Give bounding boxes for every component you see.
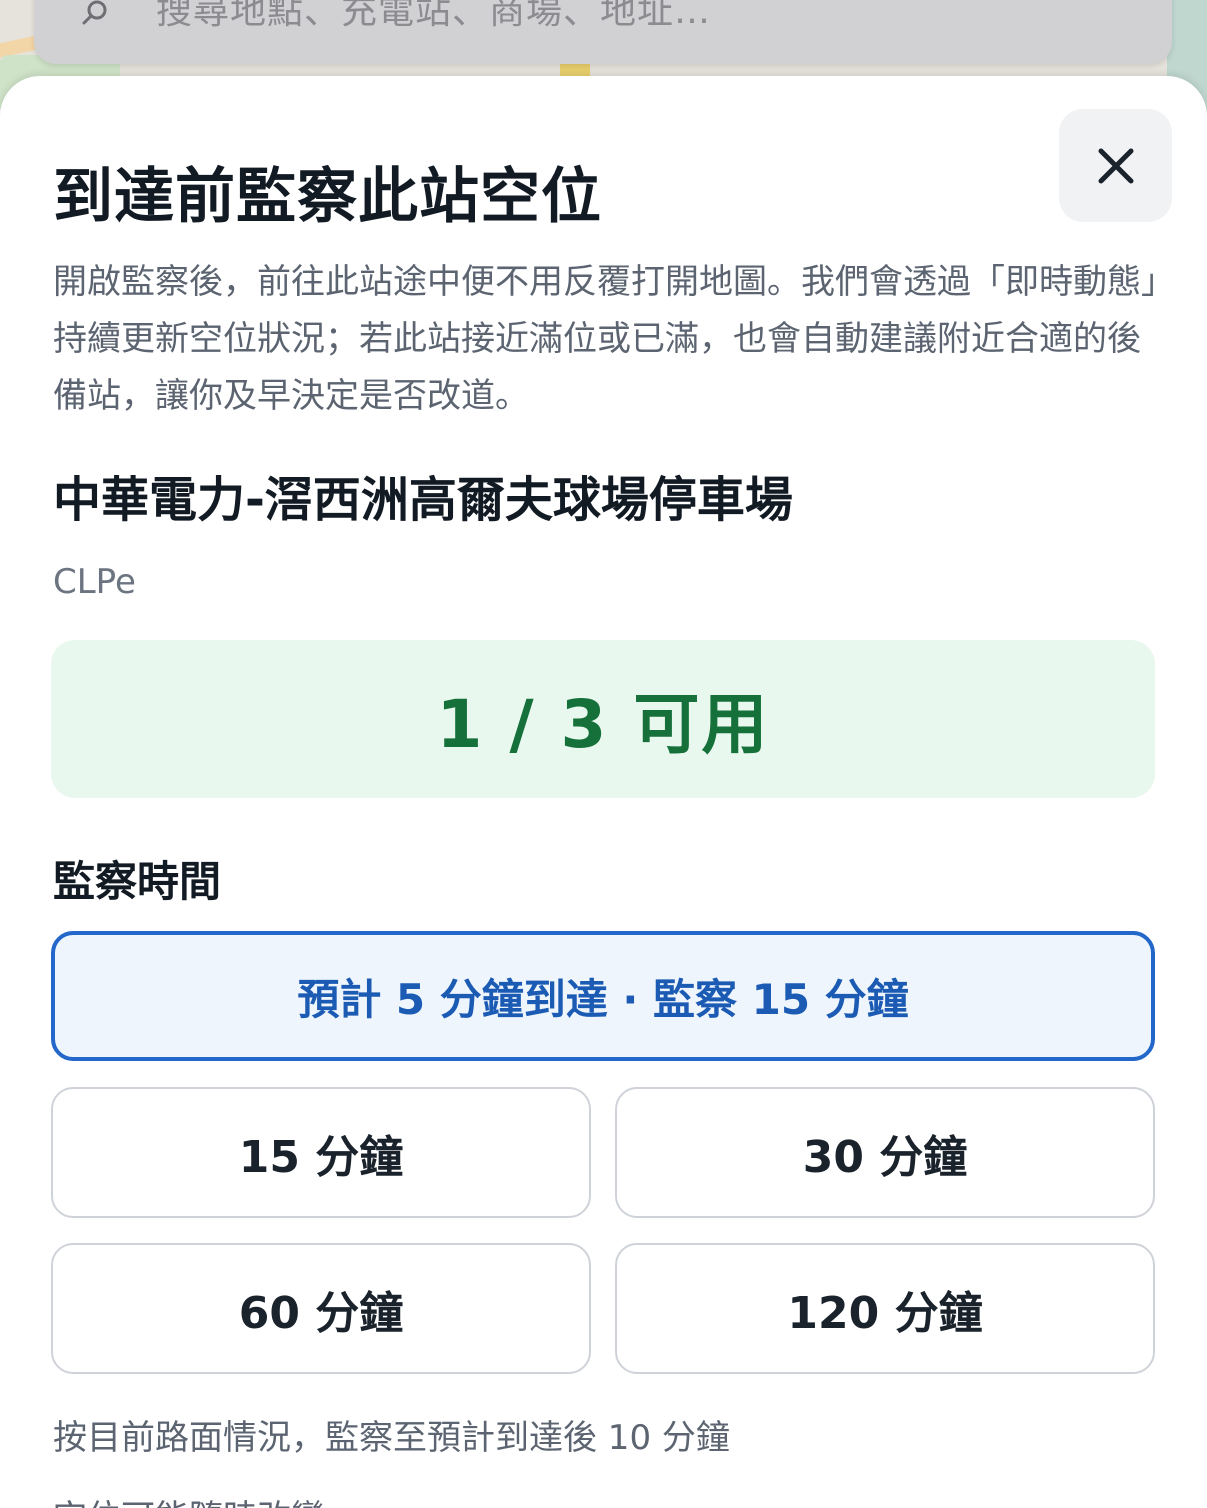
option-recommended-label: 預計 5 分鐘到達 · 監察 15 分鐘: [297, 974, 909, 1024]
option-15-min-label: 15 分鐘: [238, 1131, 404, 1183]
sheet-title: 到達前監察此站空位: [53, 162, 602, 232]
availability-banner: 1 / 3 可用: [51, 640, 1155, 798]
station-name: 中華電力-滘西洲高爾夫球場停車場: [53, 472, 793, 528]
monitor-description: 開啟監察後，前往此站途中便不用反覆打開地圖。我們會透過「即時動態」持續更新空位狀…: [53, 262, 1158, 416]
close-button[interactable]: [1059, 109, 1172, 222]
search-icon: [80, 0, 110, 34]
option-120-min-button[interactable]: 120 分鐘: [615, 1243, 1155, 1374]
option-120-min-label: 120 分鐘: [787, 1287, 983, 1339]
option-30-min-label: 30 分鐘: [802, 1131, 968, 1183]
monitor-time-label: 監察時間: [53, 857, 222, 906]
option-30-min-button[interactable]: 30 分鐘: [615, 1087, 1155, 1218]
close-icon: [1098, 148, 1133, 183]
option-60-min-label: 60 分鐘: [238, 1287, 404, 1339]
monitor-note: 空位可能隨時改變: [53, 1490, 325, 1508]
monitor-hint: 按目前路面情況，監察至預計到達後 10 分鐘: [53, 1418, 730, 1458]
monitor-sheet: 到達前監察此站空位 開啟監察後，前往此站途中便不用反覆打開地圖。我們會透過「即時…: [0, 76, 1207, 1508]
station-operator: CLPe: [53, 562, 136, 602]
availability-count: 1 / 3 可用: [436, 686, 770, 763]
option-60-min-button[interactable]: 60 分鐘: [51, 1243, 591, 1374]
option-15-min-button[interactable]: 15 分鐘: [51, 1087, 591, 1218]
option-recommended-button[interactable]: 預計 5 分鐘到達 · 監察 15 分鐘: [51, 931, 1155, 1061]
search-input[interactable]: 搜尋地點、充電站、商場、地址…: [156, 0, 711, 34]
search-bar[interactable]: 搜尋地點、充電站、商場、地址…: [34, 0, 1172, 64]
